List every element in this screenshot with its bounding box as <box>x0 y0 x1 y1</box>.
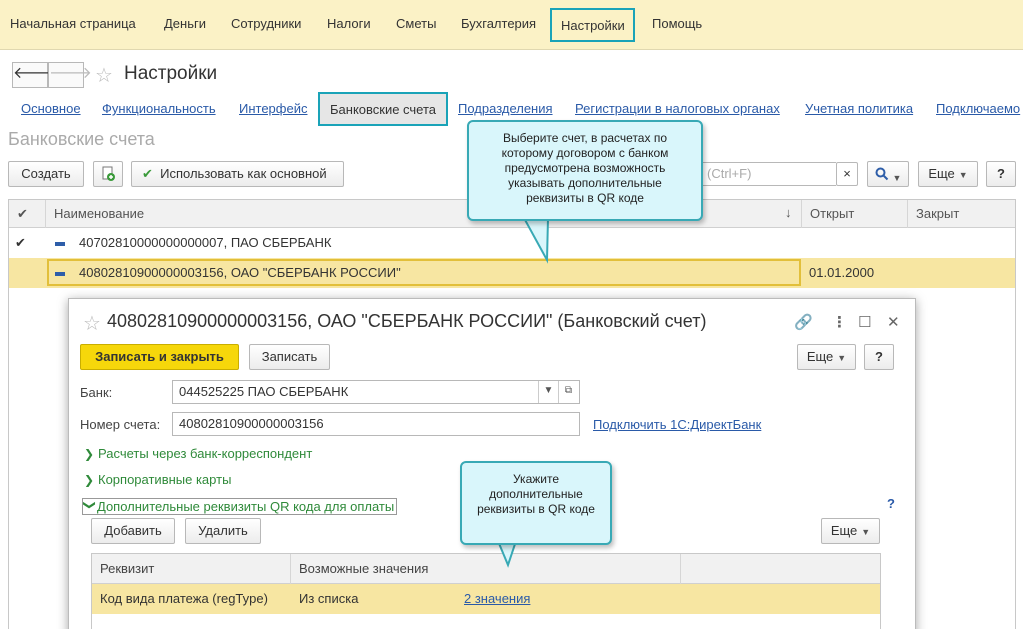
group-title: Дополнительные реквизиты QR кода для опл… <box>97 499 395 514</box>
chevron-down-icon: ▼ <box>892 173 902 183</box>
hint-callout-account: Выберите счет, в расчетах по которому до… <box>467 120 703 221</box>
search-icon <box>875 167 888 181</box>
menu-item-employees[interactable]: Сотрудники <box>231 16 301 31</box>
column-separator <box>680 554 681 584</box>
row-status-icon <box>55 258 65 288</box>
bank-field[interactable]: 044525225 ПАО СБЕРБАНК ▼ ⧉ <box>172 380 580 404</box>
row-requisite: Код вида платежа (regType) <box>100 591 268 606</box>
menu-item-estimates[interactable]: Сметы <box>396 16 436 31</box>
check-icon: ✔ <box>142 166 153 181</box>
save-and-close-button[interactable]: Записать и закрыть <box>80 344 239 370</box>
menu-item-home[interactable]: Начальная страница <box>10 16 136 31</box>
table-row-selected[interactable]: 40802810900000003156, ОАО "СБЕРБАНК РОСС… <box>9 258 1015 288</box>
clear-search-button[interactable]: × <box>836 162 858 186</box>
column-opened[interactable]: Открыт <box>801 200 907 228</box>
account-number-label: Номер счета: <box>80 417 161 432</box>
search-button[interactable]: ▼ <box>867 161 909 187</box>
check-icon: ✔ <box>17 206 28 221</box>
tab-departments[interactable]: Подразделения <box>458 101 553 116</box>
more-label: Еще <box>928 166 955 181</box>
more-label: Еще <box>806 349 834 364</box>
callout-pointer <box>522 218 550 264</box>
tab-interface[interactable]: Интерфейс <box>239 101 307 116</box>
grid-header: Реквизит Возможные значения <box>92 554 880 584</box>
menu-item-money[interactable]: Деньги <box>164 16 206 31</box>
chevron-right-icon: ❯ <box>84 473 95 487</box>
menu-item-taxes[interactable]: Налоги <box>327 16 371 31</box>
chevron-down-icon: ❯ <box>83 500 97 511</box>
dialog-help-button[interactable]: ? <box>864 344 894 370</box>
column-closed[interactable]: Закрыт <box>907 200 1017 228</box>
add-button[interactable]: Добавить <box>91 518 175 544</box>
account-number-field[interactable]: 40802810900000003156 <box>172 412 580 436</box>
create-copy-button[interactable] <box>93 161 123 187</box>
group-title: Расчеты через банк-корреспондент <box>98 446 313 461</box>
create-button[interactable]: Создать <box>8 161 84 187</box>
group-corporate-cards[interactable]: ❯ Корпоративные карты <box>84 472 231 487</box>
menu-item-accounting[interactable]: Бухгалтерия <box>461 16 536 31</box>
row-account-name: 40802810900000003156, ОАО "СБЕРБАНК РОСС… <box>79 265 401 280</box>
menu-item-help[interactable]: Помощь <box>652 16 702 31</box>
section-title: Банковские счета <box>8 129 155 149</box>
back-button[interactable]: 🡐 <box>12 62 56 88</box>
top-menu: Начальная страница Деньги Сотрудники Нал… <box>0 0 1023 50</box>
connect-directbank-link[interactable]: Подключить 1С:ДиректБанк <box>593 417 761 432</box>
favorite-star-icon[interactable]: ☆ <box>95 63 113 88</box>
qr-requisites-grid: Реквизит Возможные значения Код вида пла… <box>91 553 881 629</box>
more-label: Еще <box>830 523 858 538</box>
delete-button[interactable]: Удалить <box>185 518 261 544</box>
group-qr-requisites[interactable]: ❯Дополнительные реквизиты QR кода для оп… <box>82 498 398 515</box>
search-input[interactable]: (Ctrl+F) <box>700 162 836 186</box>
tab-accounting-policy[interactable]: Учетная политика <box>805 101 913 116</box>
sort-arrow-icon: ↓ <box>785 205 792 220</box>
menu-item-settings[interactable]: Настройки <box>550 8 635 42</box>
row-status-icon <box>55 228 65 258</box>
chevron-down-icon: ▼ <box>958 170 968 180</box>
grid-more-button[interactable]: Еще ▼ <box>821 518 880 544</box>
group-title: Корпоративные карты <box>98 472 232 487</box>
table-row-selected[interactable]: Код вида платежа (regType) Из списка 2 з… <box>92 584 880 614</box>
more-actions-icon[interactable]: ⋮ <box>832 313 847 331</box>
copy-icon <box>102 166 115 181</box>
save-button[interactable]: Записать <box>249 344 330 370</box>
dialog-title: 40802810900000003156, ОАО "СБЕРБАНК РОСС… <box>107 311 707 331</box>
tab-functionality[interactable]: Функциональность <box>102 101 216 116</box>
more-button[interactable]: Еще ▼ <box>918 161 978 187</box>
main-account-check-icon: ✔ <box>15 235 26 250</box>
chevron-right-icon: ❯ <box>84 447 95 461</box>
page-title: Настройки <box>124 63 218 84</box>
tab-tax-registrations[interactable]: Регистрации в налоговых органах <box>575 101 780 116</box>
arrow-right-icon: 🡒 <box>49 65 92 82</box>
hint-callout-requisites: Укажите дополнительные реквизиты в QR ко… <box>460 461 612 545</box>
dialog-more-button[interactable]: Еще ▼ <box>797 344 856 370</box>
chevron-down-icon: ▼ <box>861 527 871 537</box>
row-values-link[interactable]: 2 значения <box>456 584 530 614</box>
bank-label: Банк: <box>80 385 113 400</box>
qr-help-icon[interactable]: ? <box>887 496 895 511</box>
bank-value: 044525225 ПАО СБЕРБАНК <box>179 384 349 399</box>
column-requisite[interactable]: Реквизит <box>92 554 154 584</box>
open-icon[interactable]: ⧉ <box>558 381 578 403</box>
help-button[interactable]: ? <box>986 161 1016 187</box>
close-icon[interactable]: ✕ <box>887 313 900 331</box>
chevron-down-icon: ▼ <box>837 353 847 363</box>
use-as-main-button[interactable]: ✔ Использовать как основной <box>131 161 344 187</box>
forward-button[interactable]: 🡒 <box>48 62 92 88</box>
dropdown-icon[interactable]: ▼ <box>538 381 558 403</box>
table-row[interactable]: ✔ 40702810000000000007, ПАО СБЕРБАНК <box>9 228 1015 258</box>
group-correspondent-bank[interactable]: ❯ Расчеты через банк-корреспондент <box>84 446 312 461</box>
row-value-kind: Из списка <box>299 591 359 606</box>
tab-basic[interactable]: Основное <box>21 101 81 116</box>
row-opened-date: 01.01.2000 <box>809 265 875 280</box>
link-icon[interactable]: 🔗 <box>794 313 813 331</box>
favorite-star-icon[interactable]: ☆ <box>83 311 101 336</box>
use-as-main-label: Использовать как основной <box>160 166 327 181</box>
callout-pointer <box>496 541 518 568</box>
column-possible-values[interactable]: Возможные значения <box>291 554 428 584</box>
tab-bank-accounts[interactable]: Банковские счета <box>318 92 449 126</box>
row-account-name: 40702810000000000007, ПАО СБЕРБАНК <box>79 235 332 250</box>
maximize-icon[interactable]: ☐ <box>858 313 871 331</box>
tab-connectable[interactable]: Подключаемо <box>936 101 1020 116</box>
